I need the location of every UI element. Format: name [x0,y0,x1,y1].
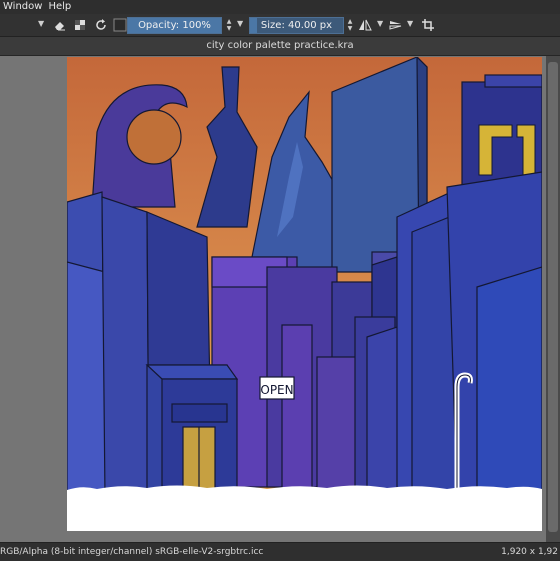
opacity-slider[interactable]: Opacity: 100% [127,17,222,34]
color-space-info[interactable]: RGB/Alpha (8-bit integer/channel) sRGB-e… [0,543,263,561]
size-spin[interactable]: ▲ ▼ [346,18,354,32]
mirror-v-dropdown[interactable]: ▼ [407,19,413,28]
status-bar: RGB/Alpha (8-bit integer/channel) sRGB-e… [0,542,560,561]
document-tab-title[interactable]: city color palette practice.kra [0,37,560,56]
alpha-lock-icon[interactable] [73,18,87,32]
mirror-vertical-icon[interactable] [389,18,403,32]
opacity-spin[interactable]: ▲ ▼ [225,18,233,32]
size-slider-fill [250,18,258,33]
color-swatch-icon[interactable] [113,18,127,32]
mirror-horizontal-icon[interactable] [358,18,372,32]
opacity-dropdown[interactable]: ▼ [237,19,243,28]
open-sign: OPEN [259,376,295,400]
crop-icon[interactable] [421,18,435,32]
menu-bar: Window Help [0,0,560,14]
eraser-icon[interactable] [53,18,67,32]
size-label: Size: 40.00 px [260,20,333,31]
open-sign-text: OPEN [260,383,293,397]
tool-options-bar: ▼ Opacity: 100% ▲ ▼ ▼ Size: 40.00 px ▲ ▼ ▼… [0,14,560,37]
reload-preset-icon[interactable] [94,18,108,32]
size-slider[interactable]: Size: 40.00 px [249,17,344,34]
menu-window[interactable]: Window [0,0,45,14]
artwork-canvas[interactable]: OPEN [67,57,542,531]
mirror-h-dropdown[interactable]: ▼ [377,19,383,28]
vertical-scrollbar-thumb[interactable] [548,62,558,532]
opacity-label: Opacity: 100% [138,20,211,31]
vertical-scrollbar[interactable] [546,56,560,542]
menu-help[interactable]: Help [45,0,74,14]
blend-mode-dropdown[interactable]: ▼ [38,19,44,28]
snow-ground [67,485,542,531]
image-dimensions: 1,920 x 1,92 [501,547,558,557]
